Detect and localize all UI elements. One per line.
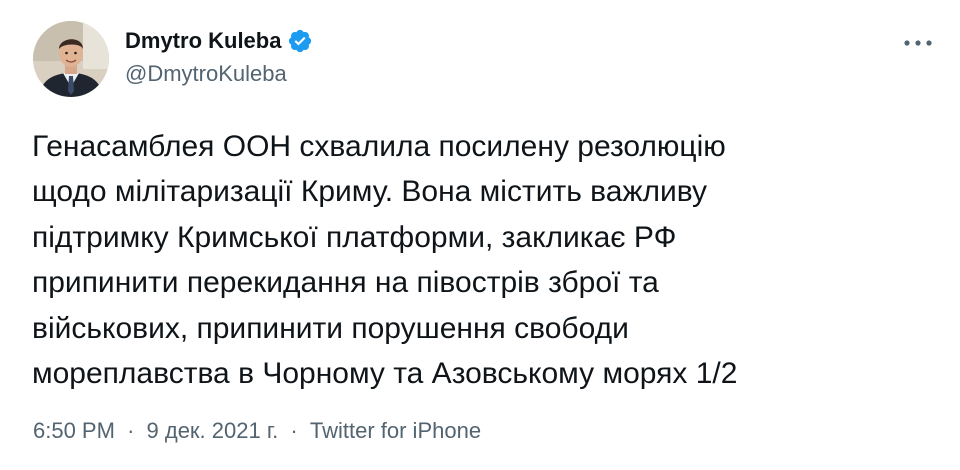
- avatar-image: [33, 21, 109, 97]
- tweet-text-line: Генасамблея ООН схвалила посилену резолю…: [32, 130, 726, 163]
- tweet-card: Dmytro Kuleba @DmytroKuleba Генасамблея …: [0, 0, 960, 470]
- more-options-button[interactable]: [900, 28, 936, 58]
- separator: ·: [290, 418, 298, 443]
- tweet-text-line: підтримку Кримської платформи, закликає …: [32, 220, 677, 254]
- tweet-time[interactable]: 6:50 PM: [33, 418, 115, 444]
- tweet-text-line: припинити перекидання на півострів зброї…: [32, 266, 659, 300]
- author-handle[interactable]: @DmytroKuleba: [125, 61, 287, 87]
- tweet-date[interactable]: 9 дек. 2021 г.: [147, 418, 279, 444]
- author-name-row: Dmytro Kuleba: [125, 26, 313, 56]
- tweet-text: Генасамблея ООН схвалила посилену резолю…: [32, 124, 932, 396]
- tweet-source-link[interactable]: Twitter for iPhone: [310, 418, 481, 444]
- tweet-metadata: 6:50 PM · 9 дек. 2021 г. · Twitter for i…: [33, 418, 481, 444]
- more-options-icon: [904, 40, 932, 46]
- verified-badge-icon: [287, 28, 313, 54]
- author-display-name[interactable]: Dmytro Kuleba: [125, 28, 281, 54]
- tweet-text-line: військових, припинити порушення свободи: [32, 311, 629, 345]
- tweet-text-line: мореплавства в Чорному та Азовському мор…: [32, 357, 738, 391]
- separator: ·: [127, 418, 135, 443]
- tweet-text-line: щодо мілітаризації Криму. Вона містить в…: [32, 175, 708, 209]
- avatar[interactable]: [33, 21, 109, 97]
